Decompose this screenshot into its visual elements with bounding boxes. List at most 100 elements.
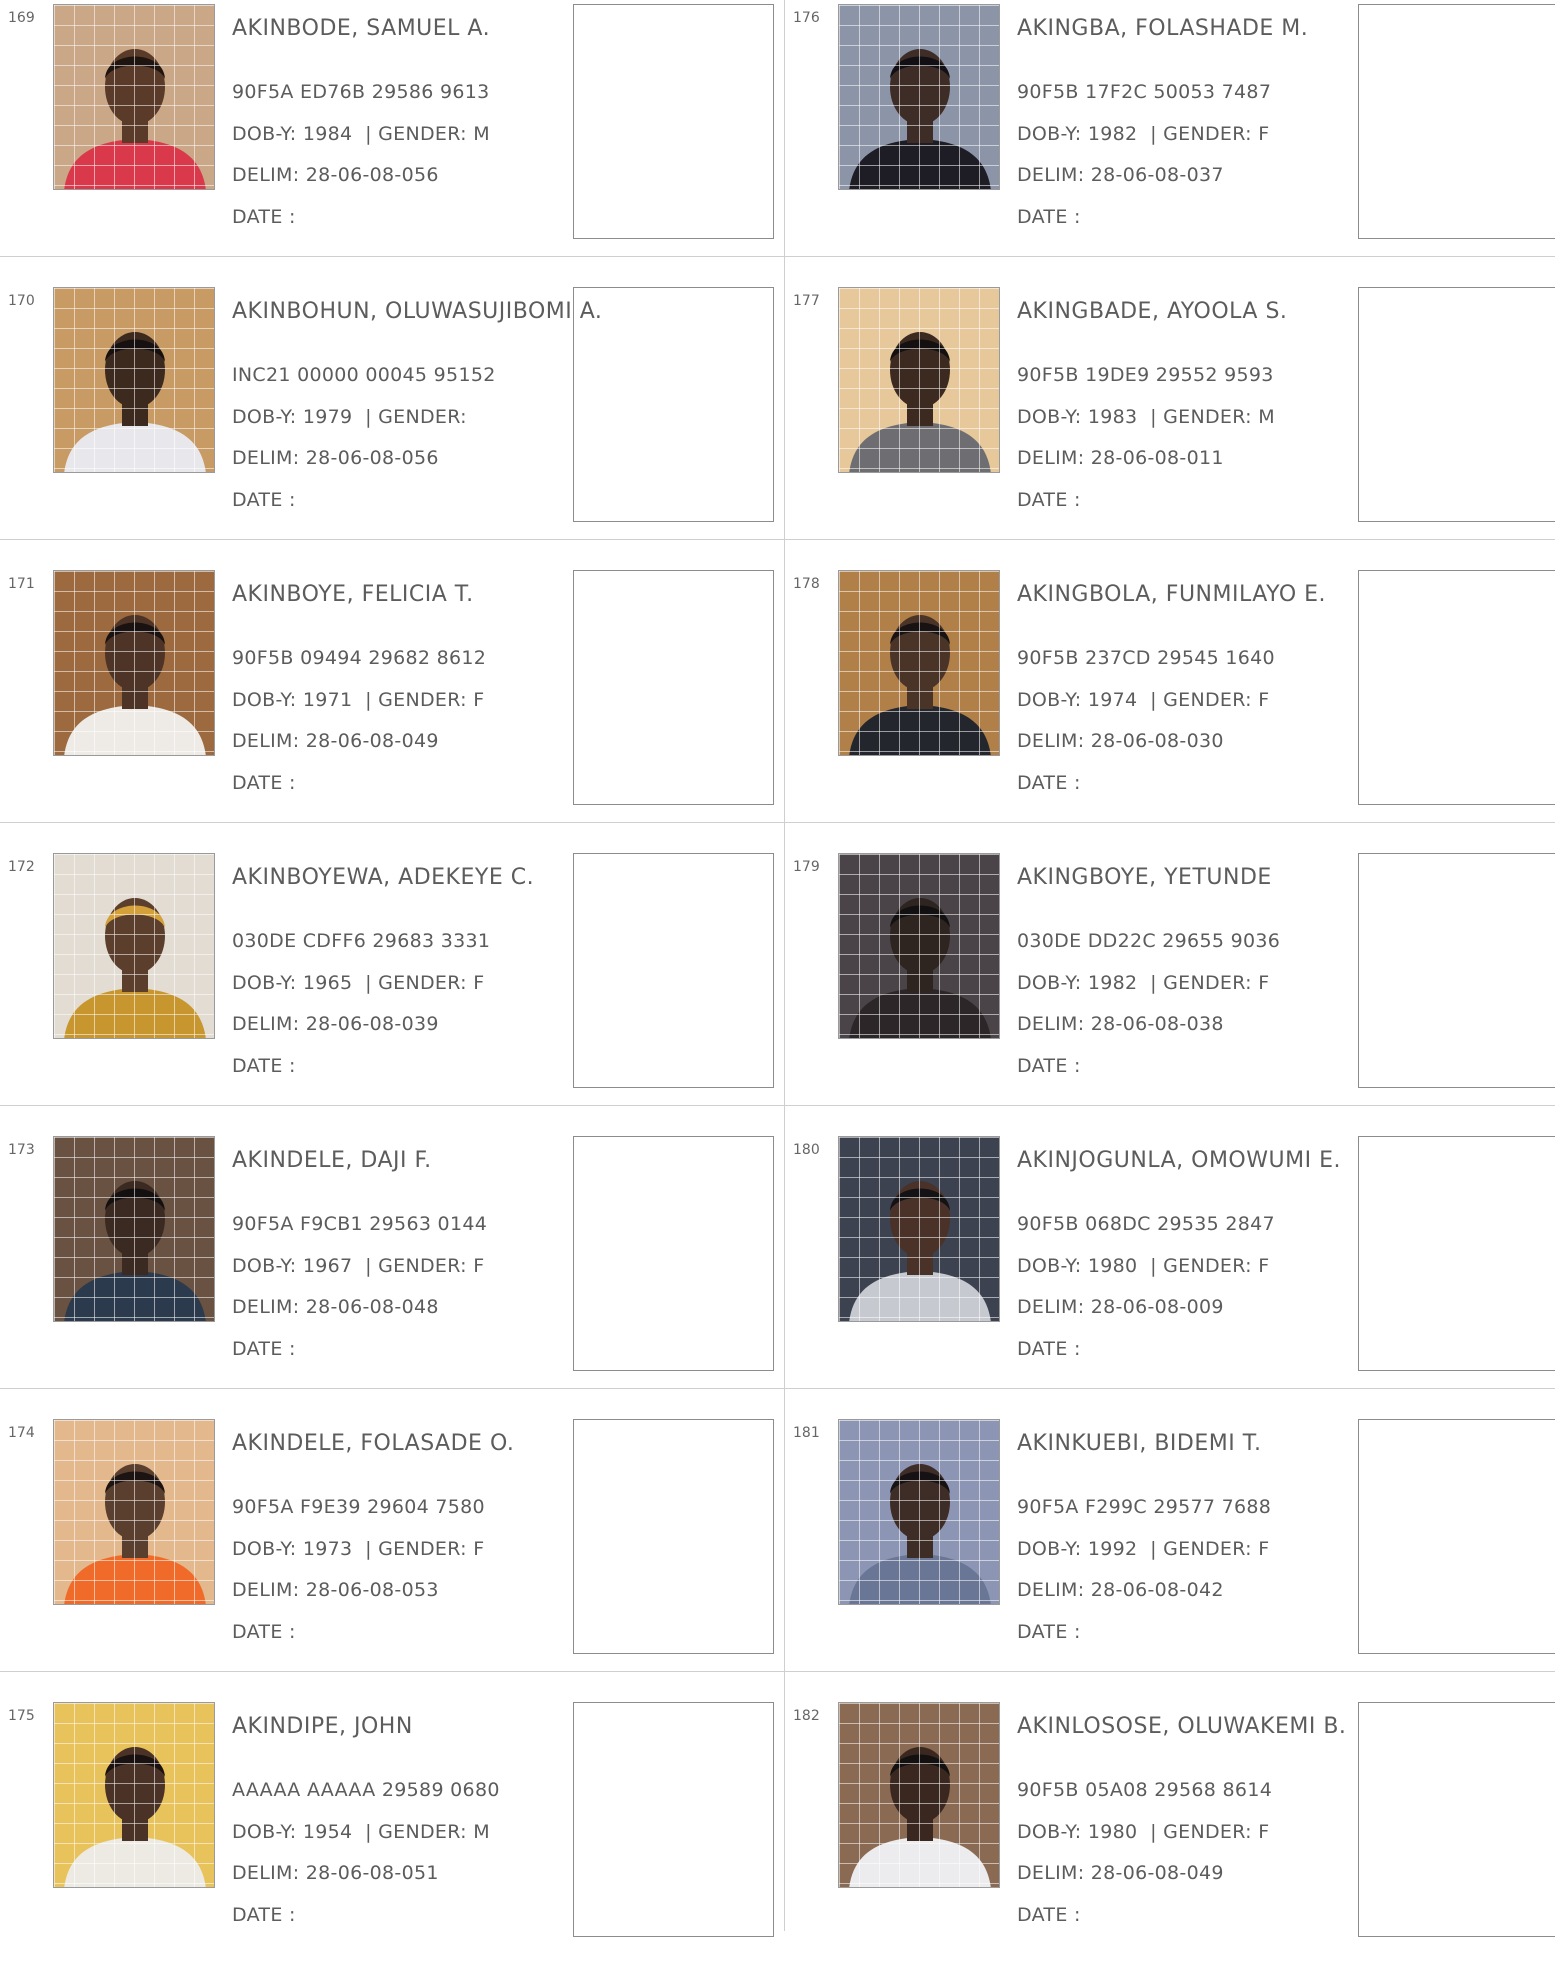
dob-year: 1954 bbox=[302, 1821, 353, 1843]
voter-entry: 172 AKINBOYEWA, ADEKEYE C. 030DE CDFF6 296… bbox=[0, 849, 784, 1132]
delim-code: DELIM: 28-06-08-051 bbox=[232, 1862, 439, 1884]
watermark-grid bbox=[54, 854, 214, 1038]
voter-id: 90F5B 237CD 29545 1640 bbox=[1017, 647, 1275, 669]
delim-code: DELIM: 28-06-08-009 bbox=[1017, 1296, 1224, 1318]
dob-gender: DOB-Y: 1971 | GENDER: F bbox=[232, 689, 485, 711]
voter-name: AKINKUEBI, BIDEMI T. bbox=[1017, 1431, 1262, 1456]
delim-value: 28-06-08-056 bbox=[305, 164, 439, 186]
voter-photo bbox=[838, 287, 1000, 473]
serial-number: 177 bbox=[793, 293, 820, 309]
voter-name: AKINBOYE, FELICIA T. bbox=[232, 582, 474, 607]
watermark-grid bbox=[54, 1703, 214, 1887]
dob-gender: DOB-Y: 1979 | GENDER: bbox=[232, 406, 467, 428]
delim-value: 28-06-08-030 bbox=[1090, 730, 1224, 752]
thumbprint-box bbox=[573, 1419, 774, 1654]
voter-entry: 179 AKINGBOYE, YETUNDE 030DE DD22C 29655 9… bbox=[785, 849, 1555, 1132]
voter-photo bbox=[838, 4, 1000, 190]
delim-code: DELIM: 28-06-08-011 bbox=[1017, 447, 1224, 469]
serial-number: 174 bbox=[8, 1425, 35, 1441]
voter-photo bbox=[53, 570, 215, 756]
serial-number: 172 bbox=[8, 859, 35, 875]
voter-photo bbox=[53, 4, 215, 190]
watermark-grid bbox=[839, 1137, 999, 1321]
delim-value: 28-06-08-042 bbox=[1090, 1579, 1224, 1601]
thumbprint-box bbox=[573, 1136, 774, 1371]
delim-value: 28-06-08-037 bbox=[1090, 164, 1224, 186]
voter-entry: 180 AKINJOGUNLA, OMOWUMI E. 90F5B 068DC 29… bbox=[785, 1132, 1555, 1415]
watermark-grid bbox=[54, 288, 214, 472]
dob-year: 1965 bbox=[302, 972, 353, 994]
dob-gender: DOB-Y: 1982 | GENDER: F bbox=[1017, 972, 1270, 994]
voter-entry: 174 AKINDELE, FOLASADE O. 90F5A F9E39 2960… bbox=[0, 1415, 784, 1698]
dob-year: 1984 bbox=[302, 123, 353, 145]
serial-number: 180 bbox=[793, 1142, 820, 1158]
voter-entry: 181 AKINKUEBI, BIDEMI T. 90F5A F299C 29577… bbox=[785, 1415, 1555, 1698]
voter-entry: 169 AKINBODE, SAMUEL A. 90F5A ED76B 29586 … bbox=[0, 0, 784, 283]
dob-gender: DOB-Y: 1974 | GENDER: F bbox=[1017, 689, 1270, 711]
serial-number: 181 bbox=[793, 1425, 820, 1441]
voter-name: AKINBOYEWA, ADEKEYE C. bbox=[232, 865, 535, 890]
delim-code: DELIM: 28-06-08-048 bbox=[232, 1296, 439, 1318]
watermark-grid bbox=[839, 5, 999, 189]
voter-id: 90F5B 09494 29682 8612 bbox=[232, 647, 487, 669]
delim-value: 28-06-08-038 bbox=[1090, 1013, 1224, 1035]
voter-id: 90F5B 068DC 29535 2847 bbox=[1017, 1213, 1275, 1235]
voter-photo bbox=[838, 853, 1000, 1039]
thumbprint-box bbox=[573, 4, 774, 239]
dob-gender: DOB-Y: 1984 | GENDER: M bbox=[232, 123, 490, 145]
delim-value: 28-06-08-051 bbox=[305, 1862, 439, 1884]
voter-photo bbox=[53, 287, 215, 473]
dob-year: 1982 bbox=[1087, 123, 1138, 145]
dob-gender: DOB-Y: 1980 | GENDER: F bbox=[1017, 1821, 1270, 1843]
date-label: DATE : bbox=[232, 1338, 296, 1360]
gender: M bbox=[473, 1821, 490, 1843]
voter-name: AKINGBOLA, FUNMILAYO E. bbox=[1017, 582, 1327, 607]
voter-id: 90F5A F9E39 29604 7580 bbox=[232, 1496, 485, 1518]
watermark-grid bbox=[839, 1703, 999, 1887]
gender: F bbox=[1258, 1255, 1270, 1277]
thumbprint-box bbox=[1358, 1419, 1555, 1654]
delim-code: DELIM: 28-06-08-056 bbox=[232, 164, 439, 186]
voter-entry: 176 AKINGBA, FOLASHADE M. 90F5B 17F2C 5005… bbox=[785, 0, 1555, 283]
delim-code: DELIM: 28-06-08-053 bbox=[232, 1579, 439, 1601]
voter-id: 90F5B 05A08 29568 8614 bbox=[1017, 1779, 1273, 1801]
dob-gender: DOB-Y: 1980 | GENDER: F bbox=[1017, 1255, 1270, 1277]
voter-id: 90F5A F299C 29577 7688 bbox=[1017, 1496, 1272, 1518]
voter-entry: 173 AKINDELE, DAJI F. 90F5A F9CB1 29563 01… bbox=[0, 1132, 784, 1415]
delim-code: DELIM: 28-06-08-030 bbox=[1017, 730, 1224, 752]
dob-gender: DOB-Y: 1954 | GENDER: M bbox=[232, 1821, 490, 1843]
delim-code: DELIM: 28-06-08-056 bbox=[232, 447, 439, 469]
date-label: DATE : bbox=[1017, 206, 1081, 228]
voter-photo bbox=[838, 1136, 1000, 1322]
voter-id: 90F5B 19DE9 29552 9593 bbox=[1017, 364, 1274, 386]
dob-year: 1980 bbox=[1087, 1821, 1138, 1843]
date-label: DATE : bbox=[232, 1055, 296, 1077]
thumbprint-box bbox=[1358, 1702, 1555, 1937]
voter-photo bbox=[838, 1702, 1000, 1888]
thumbprint-box bbox=[573, 853, 774, 1088]
gender: F bbox=[1258, 689, 1270, 711]
serial-number: 176 bbox=[793, 10, 820, 26]
gender: F bbox=[473, 1255, 485, 1277]
watermark-grid bbox=[54, 571, 214, 755]
voter-name: AKINDELE, FOLASADE O. bbox=[232, 1431, 515, 1456]
voter-id: 030DE DD22C 29655 9036 bbox=[1017, 930, 1281, 952]
thumbprint-box bbox=[573, 1702, 774, 1937]
dob-year: 1992 bbox=[1087, 1538, 1138, 1560]
serial-number: 171 bbox=[8, 576, 35, 592]
voter-name: AKINJOGUNLA, OMOWUMI E. bbox=[1017, 1148, 1341, 1173]
voter-name: AKINBODE, SAMUEL A. bbox=[232, 16, 491, 41]
delim-code: DELIM: 28-06-08-037 bbox=[1017, 164, 1224, 186]
date-label: DATE : bbox=[1017, 489, 1081, 511]
serial-number: 175 bbox=[8, 1708, 35, 1724]
thumbprint-box bbox=[1358, 853, 1555, 1088]
dob-gender: DOB-Y: 1973 | GENDER: F bbox=[232, 1538, 485, 1560]
voter-name: AKINDIPE, JOHN bbox=[232, 1714, 413, 1739]
date-label: DATE : bbox=[1017, 1621, 1081, 1643]
dob-year: 1971 bbox=[302, 689, 353, 711]
dob-year: 1967 bbox=[302, 1255, 353, 1277]
voter-photo bbox=[838, 1419, 1000, 1605]
gender: M bbox=[473, 123, 490, 145]
serial-number: 170 bbox=[8, 293, 35, 309]
gender: F bbox=[473, 972, 485, 994]
